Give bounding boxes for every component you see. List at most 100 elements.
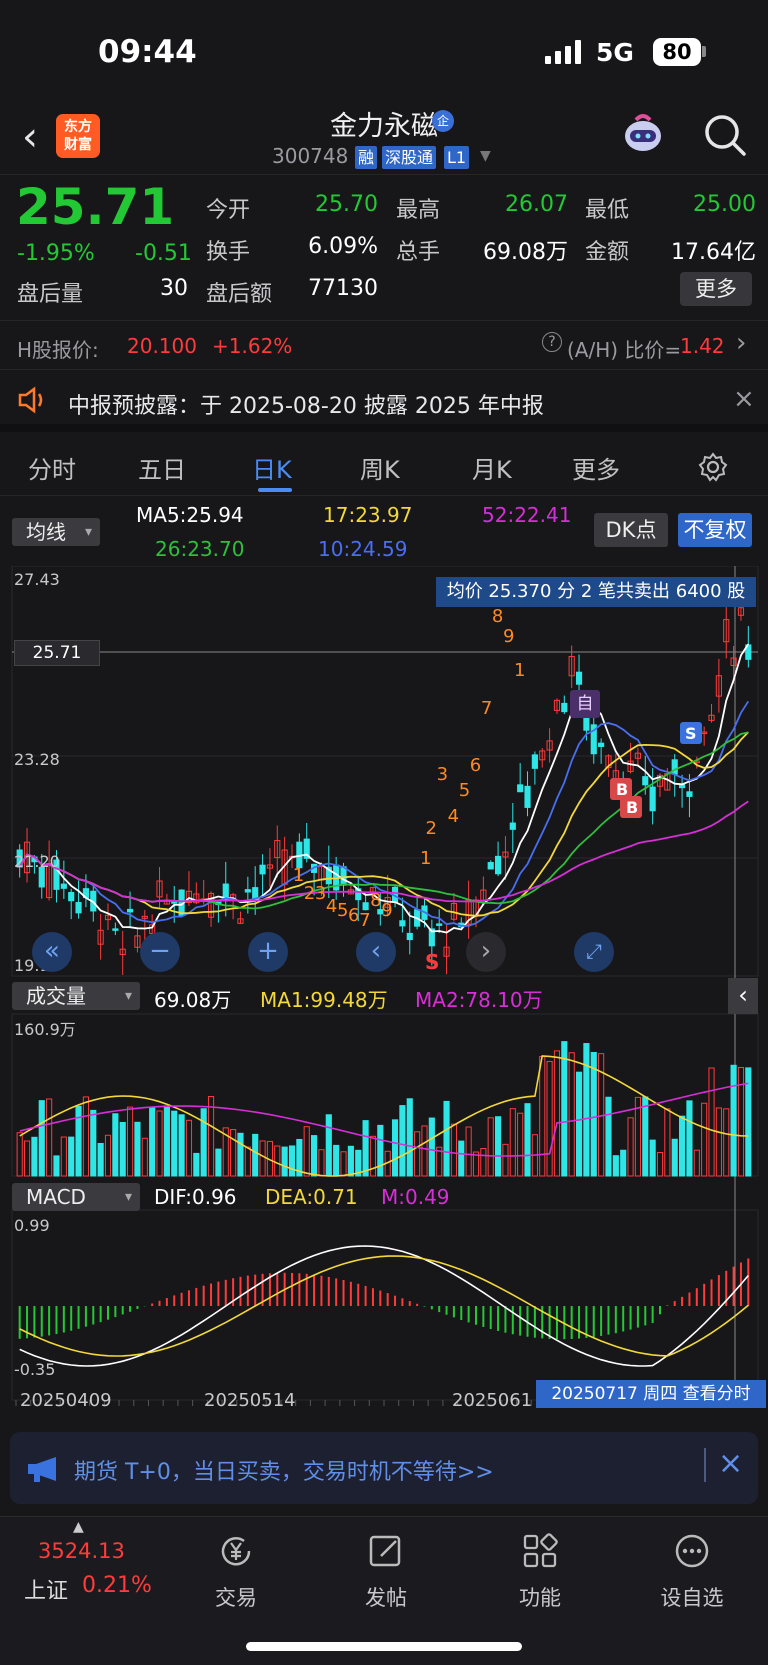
scroll-left-button[interactable]: ‹	[356, 932, 396, 972]
volume-bar	[311, 1135, 318, 1177]
signal-icon	[545, 40, 585, 64]
chevron-down-icon[interactable]: ▼	[480, 148, 491, 164]
volume-bar	[730, 1064, 737, 1177]
volume-bar	[708, 1067, 715, 1177]
sell-signal-mark: S	[425, 950, 440, 974]
more-button[interactable]: 更多	[680, 272, 752, 306]
h-share-row[interactable]: H股报价: 20.100 +1.62% ? (A/H) 比价= 1.42 ›	[0, 322, 768, 370]
search-icon[interactable]	[700, 110, 750, 160]
tab-more[interactable]: 更多	[572, 450, 620, 485]
td-count-label: 9	[381, 900, 392, 921]
gear-icon[interactable]	[698, 452, 728, 482]
ma52-value: 52:22.41	[482, 503, 572, 527]
candle-body	[561, 702, 568, 713]
auto-signal-label: 自	[570, 690, 600, 718]
volume-bar	[31, 1136, 38, 1177]
zoom-in-button[interactable]: +	[248, 932, 288, 972]
tab-monthly-k[interactable]: 月K	[472, 450, 512, 485]
volume-ma2-line	[19, 1082, 749, 1157]
volume-bar	[23, 1140, 31, 1177]
volume-bar	[171, 1110, 178, 1177]
network-label: 5G	[596, 38, 634, 67]
ma17-value: 17:23.97	[323, 503, 413, 527]
tab-weekly-k[interactable]: 周K	[360, 450, 400, 485]
change-amount: -0.51	[135, 241, 192, 266]
candle-body	[487, 862, 494, 870]
notice-bar[interactable]: 中报预披露：于 2025-08-20 披露 2025 年中报 ×	[0, 372, 768, 432]
nav-post[interactable]: 发帖	[336, 1531, 436, 1612]
volume-bar	[546, 1060, 553, 1177]
volume-bar	[340, 1151, 347, 1177]
volume-bar	[60, 1136, 67, 1177]
dk-point-button[interactable]: DK点	[594, 513, 668, 547]
candle-body	[68, 891, 75, 902]
tab-daily-k[interactable]: 日K	[252, 450, 292, 485]
close-icon[interactable]: ×	[733, 384, 755, 414]
adjust-button[interactable]: 不复权	[678, 513, 752, 547]
volume-bar	[68, 1136, 75, 1177]
volume-bar	[16, 1132, 23, 1177]
volume-bar	[575, 1071, 583, 1177]
ma10-value: 10:24.59	[318, 537, 408, 561]
volume-bar	[141, 1137, 148, 1177]
volume-bar	[458, 1140, 465, 1177]
volume-bar	[414, 1131, 421, 1177]
volume-bar	[590, 1051, 597, 1177]
volume-value: 69.08万	[483, 240, 568, 265]
nav-watchlist[interactable]: 设自选	[642, 1531, 742, 1612]
index-value[interactable]: 3524.13	[38, 1539, 125, 1563]
collapse-panel-button[interactable]: ‹	[728, 978, 758, 1014]
macd-frame	[11, 1209, 759, 1401]
nav-trade[interactable]: 交易	[186, 1531, 286, 1612]
volume-label: 总手	[396, 240, 441, 265]
last-price: 25.71	[16, 178, 175, 236]
macd-selector[interactable]: MACD	[12, 1183, 140, 1211]
indicator-selector[interactable]: 均线	[12, 518, 100, 546]
index-name[interactable]: 上证	[24, 1573, 68, 1605]
td-count-label: 7	[481, 698, 492, 719]
volume-bar	[230, 1129, 237, 1177]
td-count-label: 7	[359, 910, 370, 931]
td-count-label: 4	[326, 896, 337, 917]
help-icon[interactable]: ?	[542, 332, 562, 352]
volume-bar	[318, 1149, 325, 1177]
scroll-right-button[interactable]: ›	[466, 932, 506, 972]
volume-bar	[642, 1096, 649, 1177]
volume-bar	[679, 1115, 686, 1177]
volume-bar	[362, 1120, 369, 1177]
nav-functions[interactable]: 功能	[490, 1531, 590, 1612]
candle-body	[524, 785, 531, 808]
index-pct[interactable]: 0.21%	[82, 1573, 152, 1598]
amount-value: 17.64亿	[671, 240, 756, 265]
close-banner-icon[interactable]: ×	[718, 1446, 743, 1481]
candle-body	[598, 742, 605, 747]
robot-assistant-icon[interactable]	[620, 110, 666, 156]
macd-max-label: 0.99	[14, 1216, 50, 1235]
tab-five-day[interactable]: 五日	[138, 450, 186, 485]
volume-bar	[104, 1134, 112, 1177]
volume-selector[interactable]: 成交量	[12, 982, 140, 1010]
caret-up-icon: ▲	[73, 1519, 84, 1535]
rewind-button[interactable]: «	[32, 932, 72, 972]
volume-bar	[605, 1096, 612, 1177]
speaker-icon	[18, 386, 43, 414]
td-count-label: 1	[420, 848, 431, 869]
candle-body	[517, 784, 524, 793]
volume-bar	[281, 1146, 288, 1177]
zoom-out-button[interactable]: −	[140, 932, 180, 972]
volume-bar	[237, 1132, 244, 1177]
stock-header: ‹ 东方 财富 金力永磁 企 300748 融 深股通 L1 ▼	[0, 100, 768, 175]
volume-bar	[443, 1100, 450, 1177]
volume-bar	[428, 1117, 435, 1177]
volume-bar	[178, 1114, 185, 1177]
volume-bar	[119, 1121, 126, 1177]
cursor-date-button[interactable]: 20250717 周四 查看分时	[536, 1380, 766, 1408]
futures-banner[interactable]: 期货 T+0，当日买卖，交易时机不等待>> ×	[10, 1432, 758, 1504]
candle-body	[495, 855, 502, 875]
battery-nub	[702, 46, 706, 57]
volume-ma1: MA1:99.48万	[260, 988, 388, 1012]
tab-intraday[interactable]: 分时	[28, 450, 76, 485]
fullscreen-button[interactable]: ⤢	[574, 932, 614, 972]
volume-ma2: MA2:78.10万	[415, 988, 543, 1012]
enterprise-badge: 企	[432, 110, 454, 132]
